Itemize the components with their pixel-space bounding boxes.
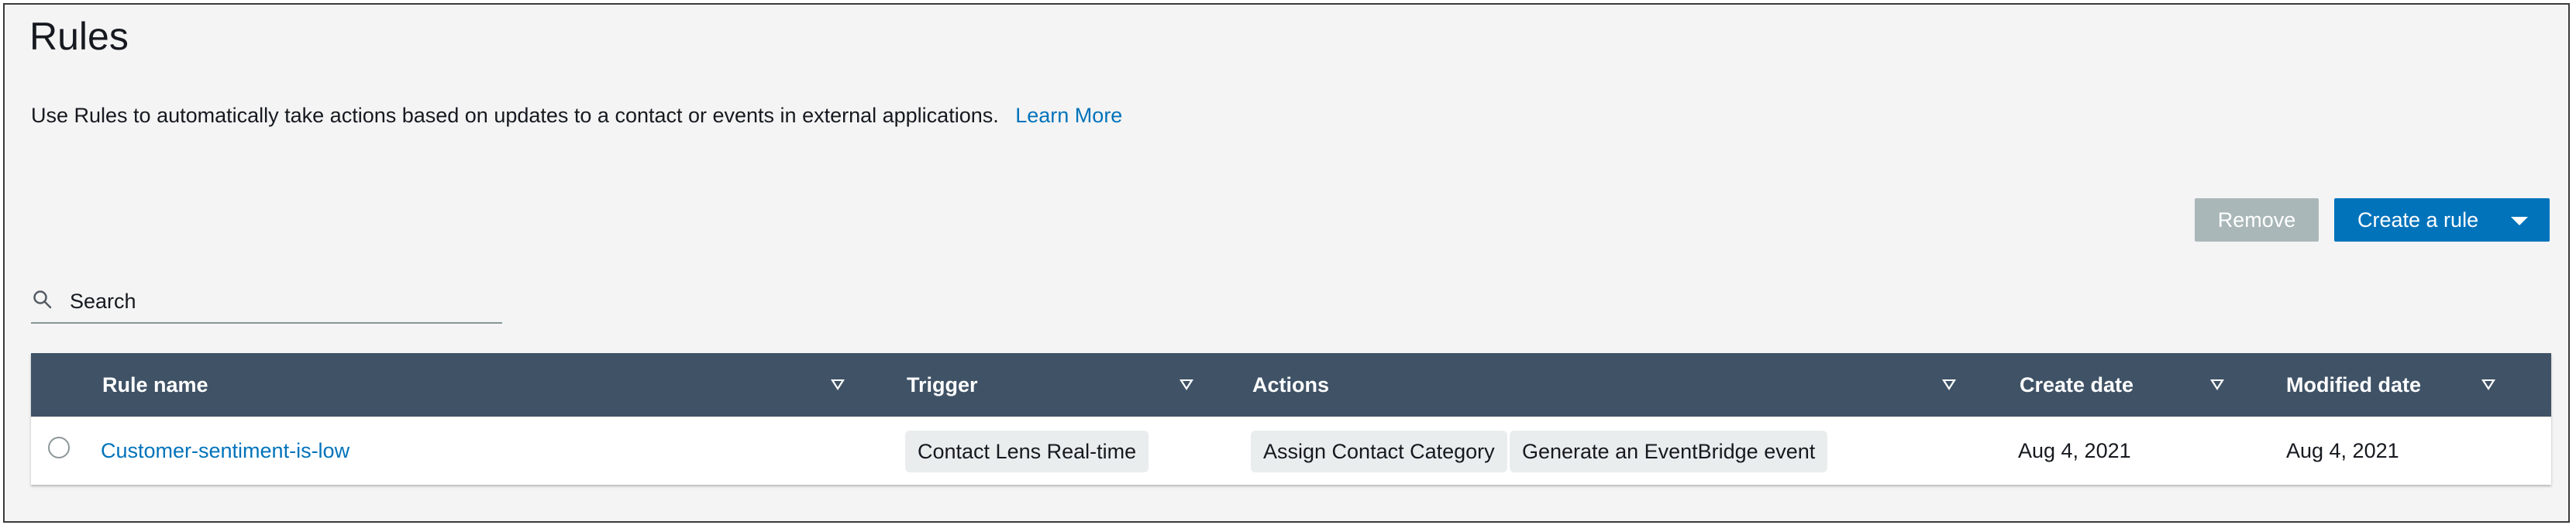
- search-icon: [33, 290, 52, 309]
- modified-date-cell: Aug 4, 2021: [2286, 438, 2399, 462]
- table-header: Rule name Trigger Actions Create date Mo…: [31, 353, 2551, 417]
- dropdown-caret-icon[interactable]: [2511, 217, 2528, 225]
- create-rule-label: Create a rule: [2357, 208, 2479, 232]
- sort-icon[interactable]: [2210, 379, 2224, 390]
- column-header-trigger[interactable]: Trigger: [907, 353, 978, 417]
- search-input[interactable]: [68, 285, 490, 317]
- column-header-modified-date[interactable]: Modified date: [2286, 353, 2421, 417]
- action-badge: Generate an EventBridge event: [1510, 431, 1828, 472]
- rules-table: Rule name Trigger Actions Create date Mo…: [31, 353, 2551, 485]
- sort-icon[interactable]: [1942, 379, 1956, 390]
- row-select-radio[interactable]: [48, 437, 70, 458]
- sort-icon[interactable]: [2481, 379, 2495, 390]
- sort-icon[interactable]: [1180, 379, 1193, 390]
- description-text: Use Rules to automatically take actions …: [31, 104, 999, 127]
- trigger-badge: Contact Lens Real-time: [905, 431, 1149, 472]
- column-header-rule-name[interactable]: Rule name: [102, 353, 208, 417]
- column-header-create-date[interactable]: Create date: [2020, 353, 2133, 417]
- create-rule-button[interactable]: Create a rule: [2334, 198, 2550, 242]
- search-bar: [31, 282, 502, 324]
- page-title: Rules: [29, 15, 129, 58]
- column-header-actions[interactable]: Actions: [1252, 353, 1329, 417]
- page-description: Use Rules to automatically take actions …: [31, 104, 1122, 128]
- rules-page: Rules Use Rules to automatically take ac…: [3, 3, 2570, 523]
- sort-icon[interactable]: [831, 379, 845, 390]
- rule-name-link[interactable]: Customer-sentiment-is-low: [101, 417, 350, 485]
- action-badge: Assign Contact Category: [1251, 431, 1507, 472]
- create-date-cell: Aug 4, 2021: [2018, 438, 2131, 462]
- learn-more-link[interactable]: Learn More: [1015, 104, 1122, 127]
- remove-button[interactable]: Remove: [2195, 198, 2319, 242]
